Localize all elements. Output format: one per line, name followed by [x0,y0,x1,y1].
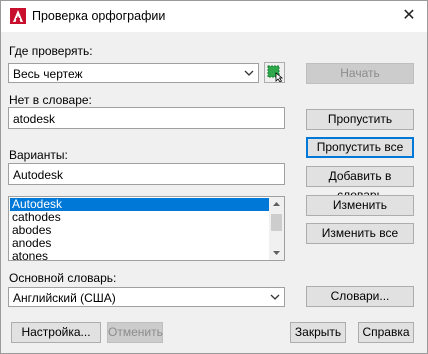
ignore-all-button[interactable]: Пропустить все [306,137,414,158]
suggestions-list[interactable]: Autodesk cathodes abodes anodes atones [8,196,285,261]
scroll-up-icon[interactable] [269,197,284,211]
select-objects-icon [267,65,284,83]
change-all-button[interactable]: Изменить все [306,223,414,244]
suggestion-item[interactable]: atones [10,250,272,261]
not-in-dictionary-value: atodesk [13,112,56,126]
suggestion-item[interactable]: anodes [10,237,272,250]
suggestions-scrollbar[interactable] [269,197,284,260]
where-to-check-dropdown[interactable]: Весь чертеж [8,63,259,83]
add-to-dictionary-button[interactable]: Добавить в словарь [306,166,414,202]
spell-check-dialog: Проверка орфографии ✕ Где проверять: Вес… [0,0,428,354]
not-in-dictionary-field: atodesk [8,107,285,129]
suggestions-label: Варианты: [9,148,68,162]
scroll-thumb[interactable] [271,214,282,231]
close-button[interactable]: Закрыть [290,322,346,343]
dictionaries-button[interactable]: Словари... [306,286,414,307]
undo-button[interactable]: Отменить [107,322,163,343]
select-objects-button[interactable] [264,62,285,83]
main-dictionary-value: Английский (США) [13,291,116,305]
autocad-logo-icon [10,8,26,24]
main-dictionary-label: Основной словарь: [9,271,117,285]
settings-button[interactable]: Настройка... [11,322,101,343]
where-to-check-value: Весь чертеж [13,67,83,81]
change-button[interactable]: Изменить [306,195,414,216]
help-button[interactable]: Справка [358,322,414,343]
suggestion-value: Autodesk [13,168,64,182]
not-in-dictionary-label: Нет в словаре: [9,93,92,107]
suggestion-input[interactable]: Autodesk [8,163,285,185]
chevron-down-icon [244,70,254,76]
scroll-down-icon[interactable] [269,246,284,260]
ignore-button[interactable]: Пропустить [306,109,414,130]
where-to-check-label: Где проверять: [9,44,93,58]
chevron-down-icon [270,294,280,300]
dialog-title: Проверка орфографии [32,9,166,23]
main-dictionary-dropdown[interactable]: Английский (США) [8,287,285,307]
close-icon[interactable]: ✕ [395,4,423,28]
start-button[interactable]: Начать [306,63,414,84]
title-bar: Проверка орфографии ✕ [1,1,427,32]
